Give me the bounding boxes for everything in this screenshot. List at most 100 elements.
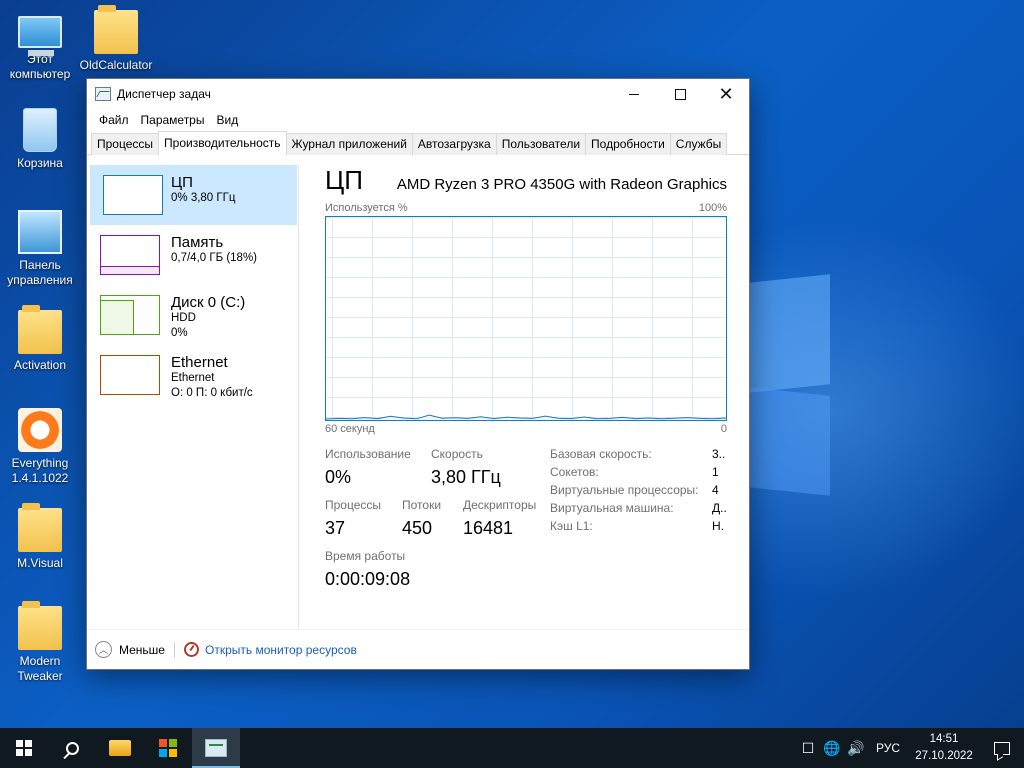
clock[interactable]: 14:51 27.10.2022 bbox=[908, 731, 980, 765]
sidebar-item-disk[interactable]: Диск 0 (C:) HDD 0% bbox=[87, 285, 298, 345]
title-bar[interactable]: Диспетчер задач ✕ bbox=[87, 79, 749, 109]
show-hidden-icons-icon[interactable]: ☐ bbox=[796, 728, 820, 768]
desktop-icon-recycle-bin[interactable]: Корзина bbox=[2, 108, 78, 171]
tab-users[interactable]: Пользователи bbox=[495, 133, 587, 155]
stat-processes: Процессы 37 bbox=[325, 498, 381, 539]
sidebar-item-name: Диск 0 (C:) bbox=[171, 294, 246, 311]
action-center-button[interactable] bbox=[980, 728, 1024, 768]
task-manager-icon bbox=[95, 87, 111, 101]
resource-sidebar: ЦП 0% 3,80 ГГц Память 0,7/4,0 ГБ (18%) Д… bbox=[87, 165, 299, 629]
menu-view[interactable]: Вид bbox=[210, 113, 244, 127]
sidebar-item-cpu[interactable]: ЦП 0% 3,80 ГГц bbox=[90, 165, 297, 225]
spec-key: Виртуальные процессоры: bbox=[550, 483, 699, 497]
desktop-icon-label: 1.4.1.1022 bbox=[11, 471, 69, 485]
spec-row: Базовая скорость: 3.. bbox=[550, 447, 728, 465]
desktop-icon-label: Modern bbox=[19, 654, 61, 668]
graph-y-label: Используется % bbox=[325, 202, 408, 214]
stat-value: 16481 bbox=[463, 518, 514, 538]
task-manager-window: Диспетчер задач ✕ Файл Параметры Вид Про… bbox=[86, 78, 750, 670]
graph-time-span: 60 секунд bbox=[325, 423, 375, 435]
tab-startup[interactable]: Автозагрузка bbox=[411, 133, 497, 155]
stat-label: Время работы bbox=[325, 549, 406, 563]
stat-handles: Дескрипторы 16481 bbox=[463, 498, 536, 539]
sidebar-item-name: Ethernet bbox=[171, 354, 228, 371]
stat-value: 0% bbox=[325, 467, 352, 487]
spec-key: Базовая скорость: bbox=[550, 447, 652, 461]
menu-bar: Файл Параметры Вид bbox=[87, 109, 749, 131]
fewer-details-button[interactable]: Меньше bbox=[119, 643, 165, 657]
minimize-button[interactable] bbox=[611, 79, 657, 109]
desktop-icon-activation[interactable]: Activation bbox=[2, 305, 78, 373]
maximize-button[interactable] bbox=[657, 79, 703, 109]
network-globe-icon[interactable]: 🌐 bbox=[820, 728, 844, 768]
desktop-icon-everything[interactable]: Everything 1.4.1.1022 bbox=[2, 408, 78, 486]
input-language-indicator[interactable]: РУС bbox=[868, 741, 908, 755]
stat-value: 0:00:09:08 bbox=[325, 569, 411, 589]
folder-icon bbox=[18, 601, 62, 650]
desktop-icon-control-panel[interactable]: Панель управления bbox=[2, 210, 78, 288]
close-button[interactable]: ✕ bbox=[703, 79, 749, 109]
desktop-icon-label: управления bbox=[7, 273, 73, 287]
tab-bar: Процессы Производительность Журнал прило… bbox=[87, 131, 749, 155]
tab-app-history[interactable]: Журнал приложений bbox=[285, 133, 413, 155]
desktop-icon-modern-tweaker[interactable]: Modern Tweaker bbox=[2, 601, 78, 684]
resource-monitor-icon bbox=[183, 642, 199, 657]
search-icon bbox=[65, 741, 79, 755]
spec-row: Сокетов: 1 bbox=[550, 465, 728, 483]
volume-icon[interactable]: 🔊 bbox=[844, 728, 868, 768]
clock-time: 14:51 bbox=[929, 733, 959, 745]
folder-icon bbox=[94, 5, 138, 54]
tab-details[interactable]: Подробности bbox=[585, 133, 671, 155]
tab-processes[interactable]: Процессы bbox=[91, 133, 160, 155]
stat-usage: Использование 0% bbox=[325, 447, 411, 488]
folder-icon bbox=[18, 503, 62, 552]
menu-file[interactable]: Файл bbox=[93, 113, 135, 127]
chevron-up-icon[interactable]: ︿ bbox=[95, 641, 112, 658]
spec-row: Кэш L1: Н. bbox=[550, 519, 728, 537]
performance-panel: ЦП 0% 3,80 ГГц Память 0,7/4,0 ГБ (18%) Д… bbox=[87, 155, 749, 629]
taskbar-file-explorer[interactable] bbox=[96, 728, 144, 768]
tab-services[interactable]: Службы bbox=[669, 133, 728, 155]
notification-icon bbox=[994, 741, 1010, 755]
windows-logo-icon bbox=[16, 740, 32, 756]
divider bbox=[173, 641, 175, 658]
search-button[interactable] bbox=[48, 728, 96, 768]
tab-performance[interactable]: Производительность bbox=[158, 131, 287, 155]
sidebar-item-ethernet[interactable]: Ethernet Ethernet О: 0 П: 0 кбит/с bbox=[87, 345, 298, 405]
menu-options[interactable]: Параметры bbox=[135, 113, 211, 127]
spec-row: Виртуальные процессоры: 4 bbox=[550, 483, 728, 501]
clock-date: 27.10.2022 bbox=[915, 750, 973, 762]
ethernet-mini-graph bbox=[100, 355, 160, 395]
sidebar-item-name: ЦП bbox=[171, 174, 193, 191]
spec-value: 1 bbox=[712, 465, 719, 479]
sidebar-item-memory[interactable]: Память 0,7/4,0 ГБ (18%) bbox=[87, 225, 298, 285]
store-icon bbox=[159, 739, 177, 757]
taskbar-task-manager[interactable] bbox=[192, 728, 240, 768]
window-title: Диспетчер задач bbox=[117, 87, 211, 101]
desktop-icon-label: Tweaker bbox=[17, 669, 63, 683]
sidebar-item-detail: 0% bbox=[171, 327, 188, 339]
stat-label: Скорость bbox=[431, 447, 483, 461]
recycle-bin-icon bbox=[23, 108, 57, 152]
taskbar: ☐ 🌐 🔊 РУС 14:51 27.10.2022 bbox=[0, 728, 1024, 768]
wallpaper-glow bbox=[740, 220, 1024, 600]
stat-label: Использование bbox=[325, 447, 411, 461]
cpu-specs: Базовая скорость: 3.. Сокетов: 1 Виртуальн… bbox=[550, 447, 728, 537]
sidebar-item-detail: 0% 3,80 ГГц bbox=[171, 192, 236, 204]
taskbar-store[interactable] bbox=[144, 728, 192, 768]
system-tray: ☐ 🌐 🔊 РУС 14:51 27.10.2022 bbox=[796, 728, 1024, 768]
desktop-icon-label: Everything bbox=[11, 456, 69, 470]
desktop-icon-mvisual[interactable]: M.Visual bbox=[2, 503, 78, 571]
desktop-icon-this-pc[interactable]: Этот компьютер bbox=[2, 10, 78, 82]
stat-value: 450 bbox=[402, 518, 433, 538]
task-manager-icon bbox=[205, 739, 227, 757]
stat-value: 3,80 ГГц bbox=[431, 467, 501, 487]
desktop-icon-label: M.Visual bbox=[17, 556, 63, 570]
folder-icon bbox=[18, 305, 62, 354]
start-button[interactable] bbox=[0, 728, 48, 768]
cpu-usage-graph bbox=[325, 216, 727, 421]
open-resource-monitor-link[interactable]: Открыть монитор ресурсов bbox=[205, 643, 357, 657]
control-panel-icon bbox=[18, 210, 62, 254]
memory-mini-graph bbox=[100, 235, 160, 275]
desktop-icon-oldcalculator[interactable]: OldCalculator bbox=[78, 5, 154, 73]
